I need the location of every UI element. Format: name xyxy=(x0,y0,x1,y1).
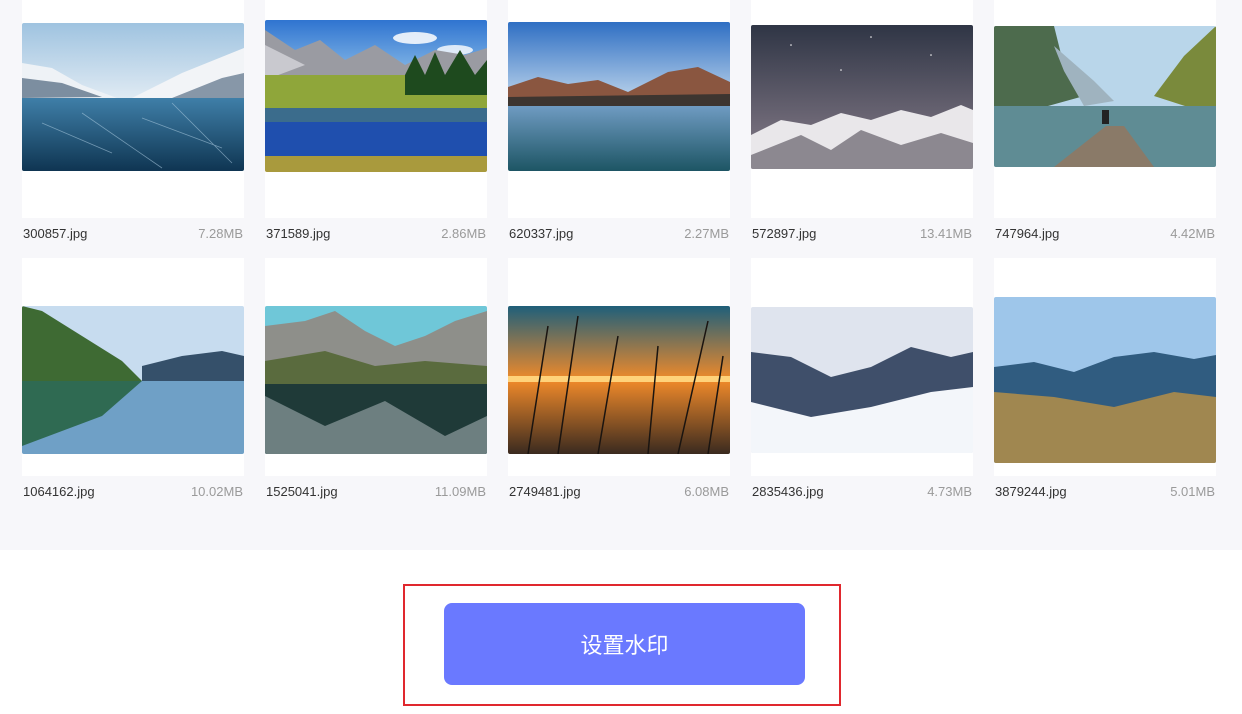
image-filename: 371589.jpg xyxy=(266,225,331,241)
image-thumbnail[interactable] xyxy=(508,306,730,454)
image-filename: 2835436.jpg xyxy=(752,483,824,499)
image-filesize: 11.09MB xyxy=(434,483,486,499)
image-meta: 747964.jpg 4.42MB xyxy=(995,223,1215,243)
image-card[interactable]: 1064162.jpg 10.02MB xyxy=(22,258,244,499)
image-card[interactable]: 747964.jpg 4.42MB xyxy=(994,0,1216,241)
image-filesize: 4.73MB xyxy=(927,483,972,499)
image-meta: 300857.jpg 7.28MB xyxy=(23,223,243,243)
image-thumbnail[interactable] xyxy=(994,297,1216,463)
image-meta: 1525041.jpg 11.09MB xyxy=(266,481,486,501)
image-card[interactable]: 371589.jpg 2.86MB xyxy=(265,0,487,241)
set-watermark-button[interactable]: 设置水印 xyxy=(444,603,805,685)
image-card[interactable]: 2749481.jpg 6.08MB xyxy=(508,258,730,499)
image-meta: 371589.jpg 2.86MB xyxy=(266,223,486,243)
image-filesize: 4.42MB xyxy=(1170,225,1215,241)
image-meta: 2749481.jpg 6.08MB xyxy=(509,481,729,501)
image-meta: 620337.jpg 2.27MB xyxy=(509,223,729,243)
image-filesize: 2.27MB xyxy=(684,225,729,241)
image-card[interactable]: 2835436.jpg 4.73MB xyxy=(751,258,973,499)
image-card[interactable]: 620337.jpg 2.27MB xyxy=(508,0,730,241)
image-filesize: 6.08MB xyxy=(684,483,729,499)
image-meta: 2835436.jpg 4.73MB xyxy=(752,481,972,501)
image-card[interactable]: 300857.jpg 7.28MB xyxy=(22,0,244,241)
image-meta: 572897.jpg 13.41MB xyxy=(752,223,972,243)
image-thumbnail[interactable] xyxy=(22,23,244,171)
image-card[interactable]: 572897.jpg 13.41MB xyxy=(751,0,973,241)
image-thumbnail[interactable] xyxy=(508,22,730,171)
image-filename: 747964.jpg xyxy=(995,225,1060,241)
image-filename: 1064162.jpg xyxy=(23,483,95,499)
image-card[interactable]: 3879244.jpg 5.01MB xyxy=(994,258,1216,499)
image-filename: 572897.jpg xyxy=(752,225,817,241)
image-thumbnail[interactable] xyxy=(22,306,244,454)
image-card[interactable]: 1525041.jpg 11.09MB xyxy=(265,258,487,499)
image-filename: 2749481.jpg xyxy=(509,483,581,499)
image-thumbnail[interactable] xyxy=(994,26,1216,167)
image-filesize: 10.02MB xyxy=(190,483,243,499)
image-thumbnail[interactable] xyxy=(265,306,487,454)
image-grid: 300857.jpg 7.28MB 371589.jpg 2.86MB 6203… xyxy=(0,0,1242,550)
image-thumbnail[interactable] xyxy=(265,20,487,172)
image-thumbnail[interactable] xyxy=(751,307,973,453)
image-filesize: 2.86MB xyxy=(441,225,486,241)
image-filename: 1525041.jpg xyxy=(266,483,338,499)
image-filename: 620337.jpg xyxy=(509,225,574,241)
image-meta: 1064162.jpg 10.02MB xyxy=(23,481,243,501)
image-thumbnail[interactable] xyxy=(751,25,973,169)
image-filesize: 5.01MB xyxy=(1170,483,1215,499)
image-meta: 3879244.jpg 5.01MB xyxy=(995,481,1215,501)
image-filename: 300857.jpg xyxy=(23,225,88,241)
image-filesize: 7.28MB xyxy=(198,225,243,241)
image-filename: 3879244.jpg xyxy=(995,483,1067,499)
image-filesize: 13.41MB xyxy=(919,225,972,241)
